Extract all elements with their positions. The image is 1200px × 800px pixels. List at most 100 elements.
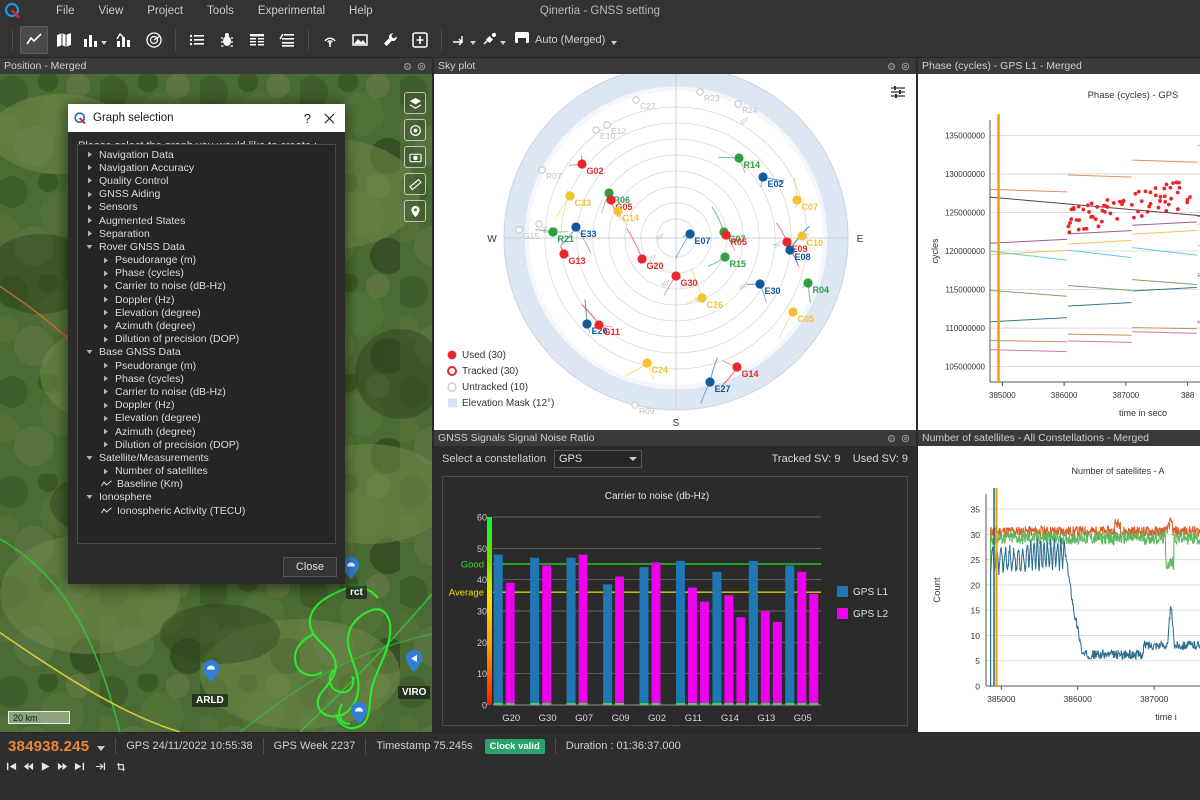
- snr-bar[interactable]: [506, 583, 515, 705]
- chevron-right-icon[interactable]: [84, 191, 95, 198]
- snr-bar[interactable]: [809, 594, 818, 705]
- satellite-marker[interactable]: [721, 230, 730, 239]
- satellite-marker[interactable]: [685, 229, 694, 238]
- chevron-down-icon[interactable]: [84, 349, 95, 355]
- satellite-marker[interactable]: [582, 319, 591, 328]
- chevron-down-icon[interactable]: [470, 41, 476, 45]
- snr-bar[interactable]: [797, 572, 806, 705]
- layers-icon[interactable]: [404, 92, 426, 114]
- map-panel-body[interactable]: ARLD VIRO seur fran: [0, 74, 432, 732]
- tree-item[interactable]: Rover GNSS Data: [78, 240, 335, 253]
- chevron-right-icon[interactable]: [100, 441, 111, 448]
- chevron-down-icon[interactable]: [84, 494, 95, 500]
- satellite-marker[interactable]: [792, 195, 801, 204]
- satellite-marker[interactable]: [758, 172, 767, 181]
- gear-icon[interactable]: [884, 431, 898, 445]
- chevron-right-icon[interactable]: [84, 230, 95, 237]
- satellite-marker[interactable]: [606, 195, 615, 204]
- tree-item[interactable]: Phase (cycles): [78, 267, 335, 280]
- chevron-down-icon[interactable]: [101, 41, 107, 45]
- report-icon[interactable]: [273, 26, 301, 54]
- snr-panel-body[interactable]: Select a constellation GPS Tracked SV: 9…: [434, 446, 916, 732]
- satellite-marker[interactable]: [797, 231, 806, 240]
- map-tool-strip[interactable]: [404, 92, 426, 222]
- close-icon[interactable]: [898, 431, 912, 445]
- chevron-down-icon[interactable]: [500, 41, 506, 45]
- bug-icon[interactable]: [213, 26, 241, 54]
- chevron-down-icon[interactable]: [97, 746, 105, 751]
- fast-forward-icon[interactable]: [55, 759, 70, 774]
- tree-item[interactable]: Augmented States: [78, 214, 335, 227]
- help-button[interactable]: ?: [295, 111, 320, 126]
- tree-item[interactable]: Separation: [78, 227, 335, 240]
- tree-item[interactable]: Dilution of precision (DOP): [78, 333, 335, 346]
- chevron-right-icon[interactable]: [100, 388, 111, 395]
- sky-panel-body[interactable]: 10°20°30°40°50°60°70°80°NESWC27R23R24E12…: [434, 74, 916, 430]
- chevron-right-icon[interactable]: [84, 217, 95, 224]
- chevron-right-icon[interactable]: [100, 309, 111, 316]
- close-icon[interactable]: [898, 59, 912, 73]
- satellite-marker[interactable]: [785, 245, 794, 254]
- satellite-marker[interactable]: [642, 358, 651, 367]
- snr-bar[interactable]: [736, 617, 745, 705]
- snr-bar[interactable]: [712, 572, 721, 705]
- chevron-right-icon[interactable]: [100, 323, 111, 330]
- chevron-right-icon[interactable]: [100, 415, 111, 422]
- satellite-marker[interactable]: [637, 254, 646, 263]
- marker-icon[interactable]: [404, 200, 426, 222]
- menu-item-tools[interactable]: Tools: [195, 2, 246, 20]
- camera-icon[interactable]: [404, 146, 426, 168]
- marker-icon[interactable]: [351, 702, 367, 724]
- center-target-icon[interactable]: [404, 119, 426, 141]
- graph-tree[interactable]: Navigation DataNavigation AccuracyQualit…: [77, 144, 336, 544]
- tree-item[interactable]: Elevation (degree): [78, 306, 335, 319]
- tree-item[interactable]: Pseudorange (m): [78, 254, 335, 267]
- chevron-down-icon[interactable]: [611, 41, 617, 45]
- display-mode-button[interactable]: Auto (Merged): [508, 26, 623, 54]
- menu-bar[interactable]: File View Project Tools Experimental Hel…: [44, 2, 385, 20]
- tree-item[interactable]: Ionospheric Activity (TECU): [78, 504, 335, 517]
- phase-panel-body[interactable]: Phase (cycles) - GPS10500000011000000011…: [918, 74, 1200, 430]
- snr-bar[interactable]: [494, 555, 503, 705]
- menu-item-project[interactable]: Project: [135, 2, 195, 20]
- snr-bar[interactable]: [761, 611, 770, 705]
- table-icon[interactable]: [243, 26, 271, 54]
- antenna-icon[interactable]: [316, 26, 344, 54]
- chevron-right-icon[interactable]: [84, 164, 95, 171]
- snr-controls[interactable]: Select a constellation GPS Tracked SV: 9…: [434, 446, 916, 472]
- tree-item[interactable]: Carrier to noise (dB-Hz): [78, 385, 335, 398]
- snr-bar[interactable]: [640, 567, 649, 705]
- chevron-down-icon[interactable]: [629, 457, 637, 461]
- process-icon[interactable]: [406, 26, 434, 54]
- chevron-right-icon[interactable]: [84, 204, 95, 211]
- satellite-marker[interactable]: [571, 222, 580, 231]
- snr-chart-container[interactable]: Carrier to noise (db-Hz)0102030405060Goo…: [442, 476, 908, 726]
- satellite-marker[interactable]: [565, 191, 574, 200]
- chevron-down-icon[interactable]: [84, 244, 95, 250]
- tree-item[interactable]: Baseline (Km): [78, 478, 335, 491]
- tree-item[interactable]: Azimuth (degree): [78, 425, 335, 438]
- chevron-right-icon[interactable]: [100, 402, 111, 409]
- snr-chart[interactable]: Carrier to noise (db-Hz)0102030405060Goo…: [443, 477, 907, 732]
- snr-bar[interactable]: [785, 566, 794, 705]
- jump-to-icon[interactable]: [93, 759, 108, 774]
- sliders-icon[interactable]: [890, 84, 906, 103]
- chart-line-icon[interactable]: [20, 26, 48, 54]
- chevron-right-icon[interactable]: [100, 375, 111, 382]
- skip-start-icon[interactable]: [4, 759, 19, 774]
- nsat-chart[interactable]: Number of satellites - A0510152025303538…: [918, 446, 1200, 732]
- satellite-marker[interactable]: [577, 159, 586, 168]
- snr-bar[interactable]: [603, 584, 612, 705]
- tree-item[interactable]: Number of satellites: [78, 465, 335, 478]
- snr-bar[interactable]: [749, 561, 758, 705]
- play-icon[interactable]: [38, 759, 53, 774]
- tree-item[interactable]: Pseudorange (m): [78, 359, 335, 372]
- chevron-right-icon[interactable]: [100, 362, 111, 369]
- chevron-right-icon[interactable]: [100, 257, 111, 264]
- satellite-marker[interactable]: [734, 153, 743, 162]
- satellite-marker[interactable]: [697, 293, 706, 302]
- transport-controls[interactable]: [4, 759, 129, 774]
- satellite-marker[interactable]: [613, 206, 622, 215]
- satellite-marker[interactable]: [755, 279, 764, 288]
- phase-chart[interactable]: Phase (cycles) - GPS10500000011000000011…: [918, 74, 1200, 430]
